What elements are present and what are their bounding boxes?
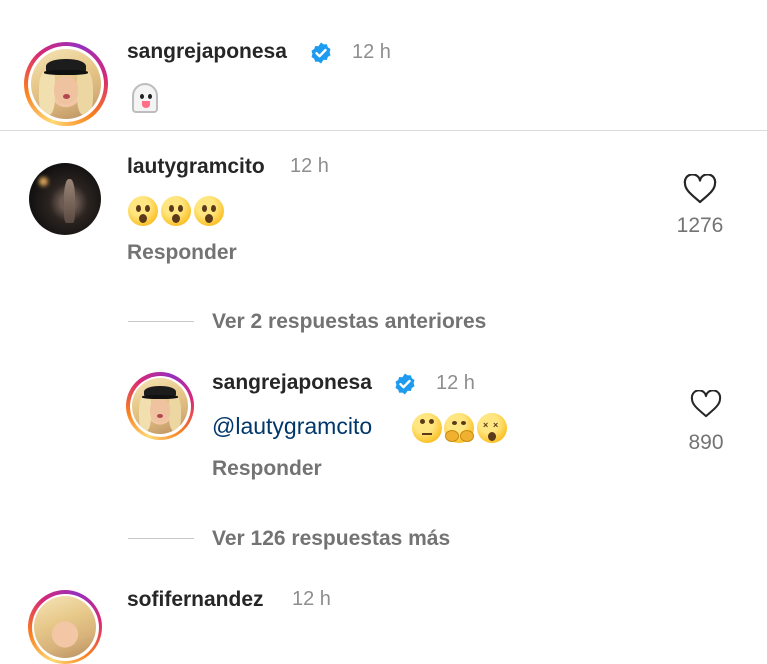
eye-roll-emoji	[412, 413, 442, 443]
comment-time: 12 h	[290, 155, 329, 177]
hugging-face-emoji	[444, 413, 474, 443]
heart-icon[interactable]	[683, 174, 717, 204]
hushed-face-emoji	[194, 196, 224, 226]
mention-link[interactable]: @lautygramcito	[212, 413, 372, 440]
avatar[interactable]	[29, 163, 101, 235]
like-count: 890	[688, 431, 724, 454]
dizzy-face-emoji: × ×	[477, 413, 507, 443]
reply-button[interactable]: Responder	[212, 457, 322, 481]
like-count: 1276	[676, 214, 724, 237]
username[interactable]: sofifernandez	[127, 588, 264, 612]
divider	[128, 538, 194, 539]
divider	[128, 321, 194, 322]
heart-icon[interactable]	[690, 390, 722, 418]
reply-button[interactable]: Responder	[127, 241, 237, 265]
verified-badge-icon	[311, 42, 331, 64]
username[interactable]: lautygramcito	[127, 155, 265, 179]
view-more-replies-button[interactable]: Ver 126 respuestas más	[212, 527, 450, 551]
view-previous-replies-button[interactable]: Ver 2 respuestas anteriores	[212, 310, 486, 334]
hushed-face-emoji	[161, 196, 191, 226]
comment-time: 12 h	[352, 41, 391, 63]
username[interactable]: sangrejaponesa	[212, 371, 372, 395]
avatar[interactable]	[24, 42, 108, 126]
avatar[interactable]	[28, 590, 102, 664]
ghost-tongue-emoji	[132, 83, 158, 113]
username[interactable]: sangrejaponesa	[127, 40, 287, 64]
verified-badge-icon	[395, 373, 415, 395]
comment-time: 12 h	[436, 372, 475, 394]
hushed-face-emoji	[128, 196, 158, 226]
divider	[0, 130, 767, 131]
avatar[interactable]	[126, 372, 194, 440]
